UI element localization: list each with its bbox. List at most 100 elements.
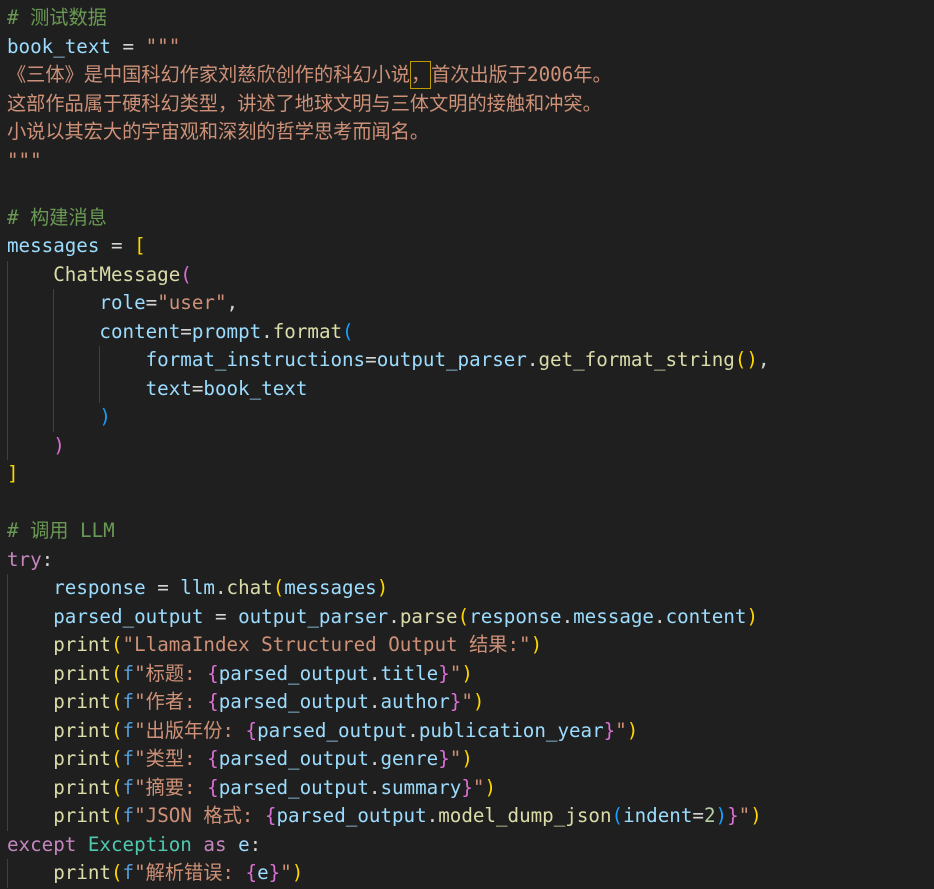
code-token: } xyxy=(727,804,739,827)
code-line[interactable]: print(f"摘要: {parsed_output.summary}") xyxy=(0,773,934,802)
code-token: , xyxy=(757,348,770,371)
code-line[interactable]: format_instructions=output_parser.get_fo… xyxy=(0,346,934,375)
code-line[interactable]: ) xyxy=(0,431,934,460)
code-token: " xyxy=(738,804,751,827)
code-token: . xyxy=(654,604,666,628)
code-token: ( xyxy=(110,633,123,656)
code-editor[interactable]: # 测试数据 book_text = """ 《三体》是中国科幻作家刘慈欣创作的科幻… xyxy=(0,0,934,889)
code-token: print xyxy=(53,661,111,685)
code-line[interactable]: print(f"解析错误: {e}") xyxy=(0,859,934,888)
code-token: " xyxy=(449,747,462,770)
code-token: ( xyxy=(110,861,123,884)
code-line[interactable]: print(f"作者: {parsed_output.author}") xyxy=(0,688,934,717)
code-line[interactable]: """ xyxy=(0,147,934,176)
code-line[interactable] xyxy=(0,175,934,204)
code-token: response xyxy=(469,604,562,628)
code-token: = xyxy=(145,291,158,314)
code-line[interactable]: book_text = """ xyxy=(0,33,934,62)
code-line[interactable]: 这部作品属于硬科幻类型，讲述了地球文明与三体文明的接触和冲突。 xyxy=(0,90,934,119)
code-line[interactable]: print("LlamaIndex Structured Output 结果:"… xyxy=(0,631,934,660)
code-token: " xyxy=(449,661,462,685)
code-token: "解析错误: xyxy=(134,861,246,884)
code-token: 《三体》是中国科幻作家刘慈欣创作的科幻小说 xyxy=(7,63,410,86)
code-line[interactable]: 小说以其宏大的宇宙观和深刻的哲学思考而闻名。 xyxy=(0,118,934,147)
code-token: ( xyxy=(110,690,123,713)
code-token: """ xyxy=(145,34,181,58)
code-token: get_format_string xyxy=(538,348,735,371)
code-token: except xyxy=(7,832,77,856)
code-line[interactable]: # 调用 LLM xyxy=(0,517,934,546)
code-token: . xyxy=(407,718,419,742)
code-token: . xyxy=(368,661,381,685)
code-token: ( xyxy=(272,576,285,599)
code-token: " xyxy=(615,718,627,742)
code-line[interactable]: role="user", xyxy=(0,289,934,318)
code-line[interactable]: response = llm.chat(messages) xyxy=(0,574,934,603)
code-token: ChatMessage xyxy=(53,262,181,286)
code-line[interactable]: messages = [ xyxy=(0,232,934,261)
code-token: # 调用 LLM xyxy=(7,519,115,542)
code-token: model_dump_json xyxy=(438,804,612,827)
code-line[interactable]: except Exception as e: xyxy=(0,831,934,860)
code-token: } xyxy=(438,747,450,770)
code-token: ) xyxy=(746,604,758,628)
code-token: . xyxy=(561,604,574,628)
code-token: summary xyxy=(380,775,462,799)
code-line[interactable]: print(f"标题: {parsed_output.title}") xyxy=(0,659,934,688)
code-token: . xyxy=(388,604,400,628)
code-line[interactable]: print(f"类型: {parsed_output.genre}") xyxy=(0,745,934,774)
code-token: = xyxy=(110,34,146,58)
code-line[interactable]: # 测试数据 xyxy=(0,4,934,33)
code-token: } xyxy=(449,690,462,713)
code-token: [ xyxy=(134,234,146,257)
code-token: 这部作品属于硬科幻类型，讲述了地球文明与三体文明的接触和冲突。 xyxy=(7,91,602,115)
code-line[interactable]: content=prompt.format( xyxy=(0,317,934,346)
code-token: ) xyxy=(461,747,473,770)
code-token: print xyxy=(53,804,111,827)
code-line[interactable]: # 构建消息 xyxy=(0,204,934,233)
code-area[interactable]: # 测试数据 book_text = """ 《三体》是中国科幻作家刘慈欣创作的科幻… xyxy=(0,4,934,888)
code-token: """ xyxy=(7,148,42,172)
code-token: f xyxy=(122,690,135,713)
code-token: = xyxy=(365,348,377,371)
code-token: "出版年份: xyxy=(134,718,246,742)
code-token: f xyxy=(122,861,135,884)
code-token: . xyxy=(526,348,539,371)
code-token: Exception xyxy=(87,832,192,856)
code-line[interactable]: ] xyxy=(0,460,934,489)
code-line[interactable]: ) xyxy=(0,403,934,432)
code-line[interactable]: text=book_text xyxy=(0,374,934,403)
code-line[interactable]: print(f"JSON 格式: {parsed_output.model_du… xyxy=(0,802,934,831)
code-line[interactable]: parsed_output = output_parser.parse(resp… xyxy=(0,602,934,631)
code-token: ) xyxy=(750,804,762,827)
code-line[interactable] xyxy=(0,489,934,518)
code-line[interactable]: 《三体》是中国科幻作家刘慈欣创作的科幻小说，首次出版于2006年。 xyxy=(0,61,934,90)
code-token: 小说以其宏大的宇宙观和深刻的哲学思考而闻名。 xyxy=(7,120,430,143)
code-token: # 构建消息 xyxy=(7,205,107,229)
code-token: ) xyxy=(99,405,111,428)
code-token: ( xyxy=(457,604,470,628)
code-token: "标题: xyxy=(134,661,208,685)
code-token: { xyxy=(207,747,219,770)
code-token: message xyxy=(573,604,654,628)
code-line[interactable]: ChatMessage( xyxy=(0,260,934,289)
code-token: author xyxy=(380,690,450,713)
code-token: } xyxy=(438,661,450,685)
code-token: role xyxy=(99,291,146,314)
code-token: = xyxy=(692,804,704,827)
code-token: , xyxy=(226,291,239,314)
code-line[interactable]: try: xyxy=(0,546,934,575)
code-token: prompt xyxy=(191,319,262,343)
code-token: = xyxy=(191,376,204,400)
code-line[interactable]: print(f"出版年份: {parsed_output.publication… xyxy=(0,716,934,745)
